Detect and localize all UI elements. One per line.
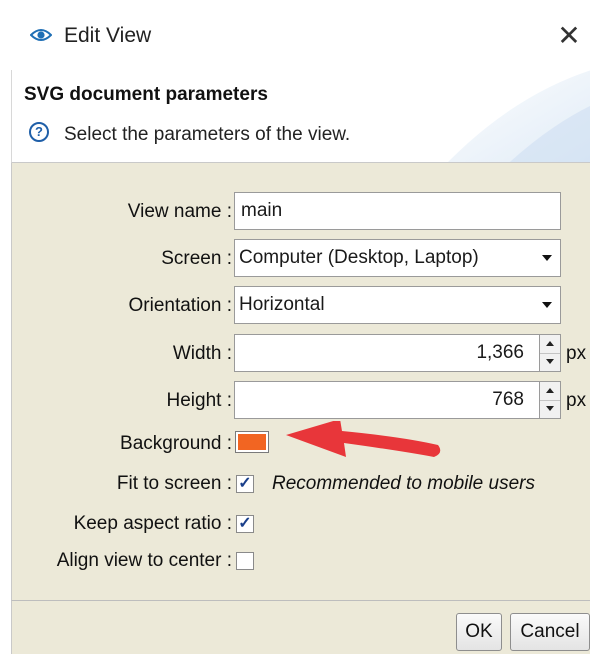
height-value: 768 <box>492 389 524 410</box>
width-value: 1,366 <box>476 342 524 363</box>
screen-label: Screen : <box>161 248 232 269</box>
width-spinner[interactable]: 1,366 <box>234 334 561 372</box>
height-spinner[interactable]: 768 <box>234 381 561 419</box>
view-name-label: View name : <box>127 201 232 222</box>
height-label: Height : <box>166 390 232 411</box>
orientation-select-value: Horizontal <box>239 294 325 315</box>
view-name-input[interactable]: main <box>234 192 561 230</box>
window-titlebar: Edit View ✕ <box>0 0 590 70</box>
background-color-button[interactable] <box>235 431 269 453</box>
orientation-label: Orientation : <box>128 295 233 316</box>
help-icon: ? <box>29 122 49 142</box>
width-unit: px <box>566 343 587 364</box>
chevron-down-icon <box>542 302 552 308</box>
width-spin-buttons <box>539 334 561 372</box>
fit-to-screen-label: Fit to screen : <box>116 473 232 494</box>
window-title: Edit View <box>64 24 152 47</box>
background-color-swatch <box>238 434 266 450</box>
header-decoration <box>448 70 590 162</box>
dialog-footer: OK Cancel <box>11 600 590 654</box>
keep-aspect-ratio-checkbox[interactable]: ✓ <box>236 515 254 533</box>
background-label: Background : <box>120 433 232 454</box>
align-view-to-center-label: Align view to center : <box>56 550 232 571</box>
annotation-arrow-icon <box>286 421 441 457</box>
cancel-button[interactable]: Cancel <box>510 613 590 651</box>
orientation-select[interactable]: Horizontal <box>234 286 561 324</box>
align-view-to-center-checkbox[interactable] <box>236 552 254 570</box>
close-button[interactable]: ✕ <box>552 18 586 54</box>
eye-icon <box>30 29 52 41</box>
screen-select-value: Computer (Desktop, Laptop) <box>239 247 479 268</box>
height-increment-button[interactable] <box>540 382 560 401</box>
fit-to-screen-checkbox[interactable]: ✓ <box>236 475 254 493</box>
fit-to-screen-note: Recommended to mobile users <box>272 473 535 494</box>
header-title: SVG document parameters <box>24 84 268 105</box>
keep-aspect-ratio-label: Keep aspect ratio : <box>73 513 232 534</box>
header-description: Select the parameters of the view. <box>64 124 351 145</box>
dialog-header: SVG document parameters ? Select the par… <box>11 70 590 163</box>
height-spin-buttons <box>539 381 561 419</box>
chevron-down-icon <box>542 255 552 261</box>
width-decrement-button[interactable] <box>540 353 560 371</box>
width-increment-button[interactable] <box>540 335 560 354</box>
width-label: Width : <box>172 343 232 364</box>
dialog-body: View name : main Screen : Computer (Desk… <box>11 163 590 600</box>
height-unit: px <box>566 390 587 411</box>
ok-button[interactable]: OK <box>456 613 502 651</box>
screen-select[interactable]: Computer (Desktop, Laptop) <box>234 239 561 277</box>
height-decrement-button[interactable] <box>540 400 560 418</box>
